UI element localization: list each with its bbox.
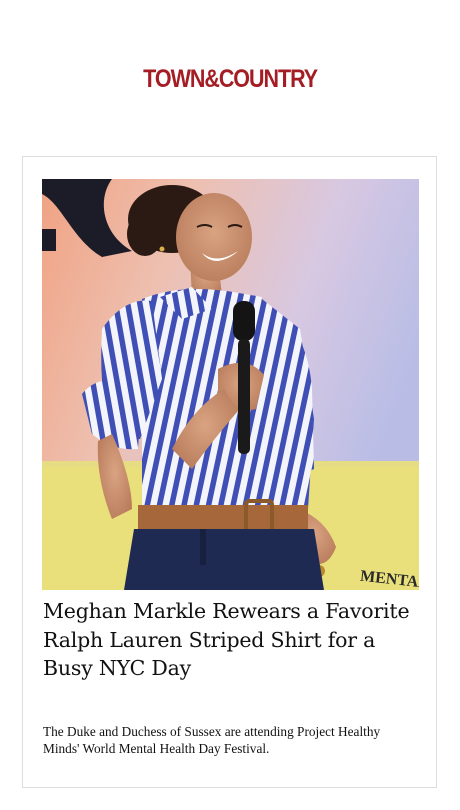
article-card[interactable]: MENTAL Meghan Markle Rewears a Favorite … — [22, 156, 437, 788]
article-headline[interactable]: Meghan Markle Rewears a Favorite Ralph L… — [43, 597, 413, 683]
masthead: TOWN&COUNTRY — [0, 64, 460, 94]
town-and-country-logo[interactable]: TOWN&COUNTRY — [143, 64, 318, 94]
article-dek: The Duke and Duchess of Sussex are atten… — [43, 724, 381, 756]
article-hero-image[interactable]: MENTAL — [42, 179, 419, 590]
